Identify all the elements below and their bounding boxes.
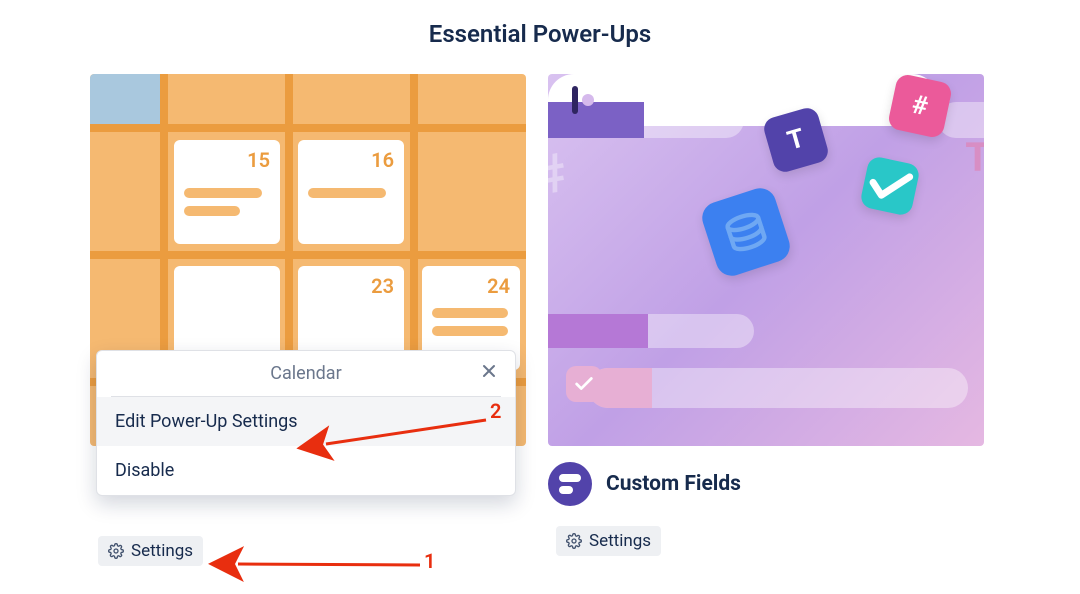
- page-title: Essential Power-Ups: [0, 20, 1080, 48]
- powerup-card-custom-fields: # T T # Custom Fields Settings: [548, 74, 984, 566]
- hash-outline-icon: #: [548, 142, 571, 210]
- hash-tile-icon: #: [887, 74, 953, 139]
- check-outline-icon: [566, 366, 602, 402]
- close-icon[interactable]: [477, 361, 501, 385]
- settings-button[interactable]: Settings: [556, 526, 661, 556]
- calendar-day-23: 23: [371, 274, 394, 298]
- currency-tile-icon: [698, 184, 794, 280]
- t-outline-icon: T: [965, 134, 984, 181]
- gear-icon: [566, 533, 582, 549]
- settings-button[interactable]: Settings: [98, 536, 203, 566]
- menu-item-edit-settings[interactable]: Edit Power-Up Settings: [97, 397, 515, 446]
- card-title: Custom Fields: [606, 472, 741, 496]
- custom-fields-thumbnail: # T T #: [548, 74, 984, 446]
- calendar-day-15: 15: [247, 148, 270, 172]
- gear-icon: [108, 543, 124, 559]
- menu-item-disable[interactable]: Disable: [97, 446, 515, 495]
- custom-fields-icon: [548, 462, 592, 506]
- calendar-popover: Calendar Edit Power-Up Settings Disable: [96, 350, 516, 496]
- calendar-day-16: 16: [371, 148, 394, 172]
- calendar-day-24: 24: [487, 274, 510, 298]
- settings-label: Settings: [589, 531, 651, 551]
- check-tile-icon: [859, 155, 921, 217]
- settings-label: Settings: [131, 541, 193, 561]
- popover-title: Calendar: [270, 363, 341, 384]
